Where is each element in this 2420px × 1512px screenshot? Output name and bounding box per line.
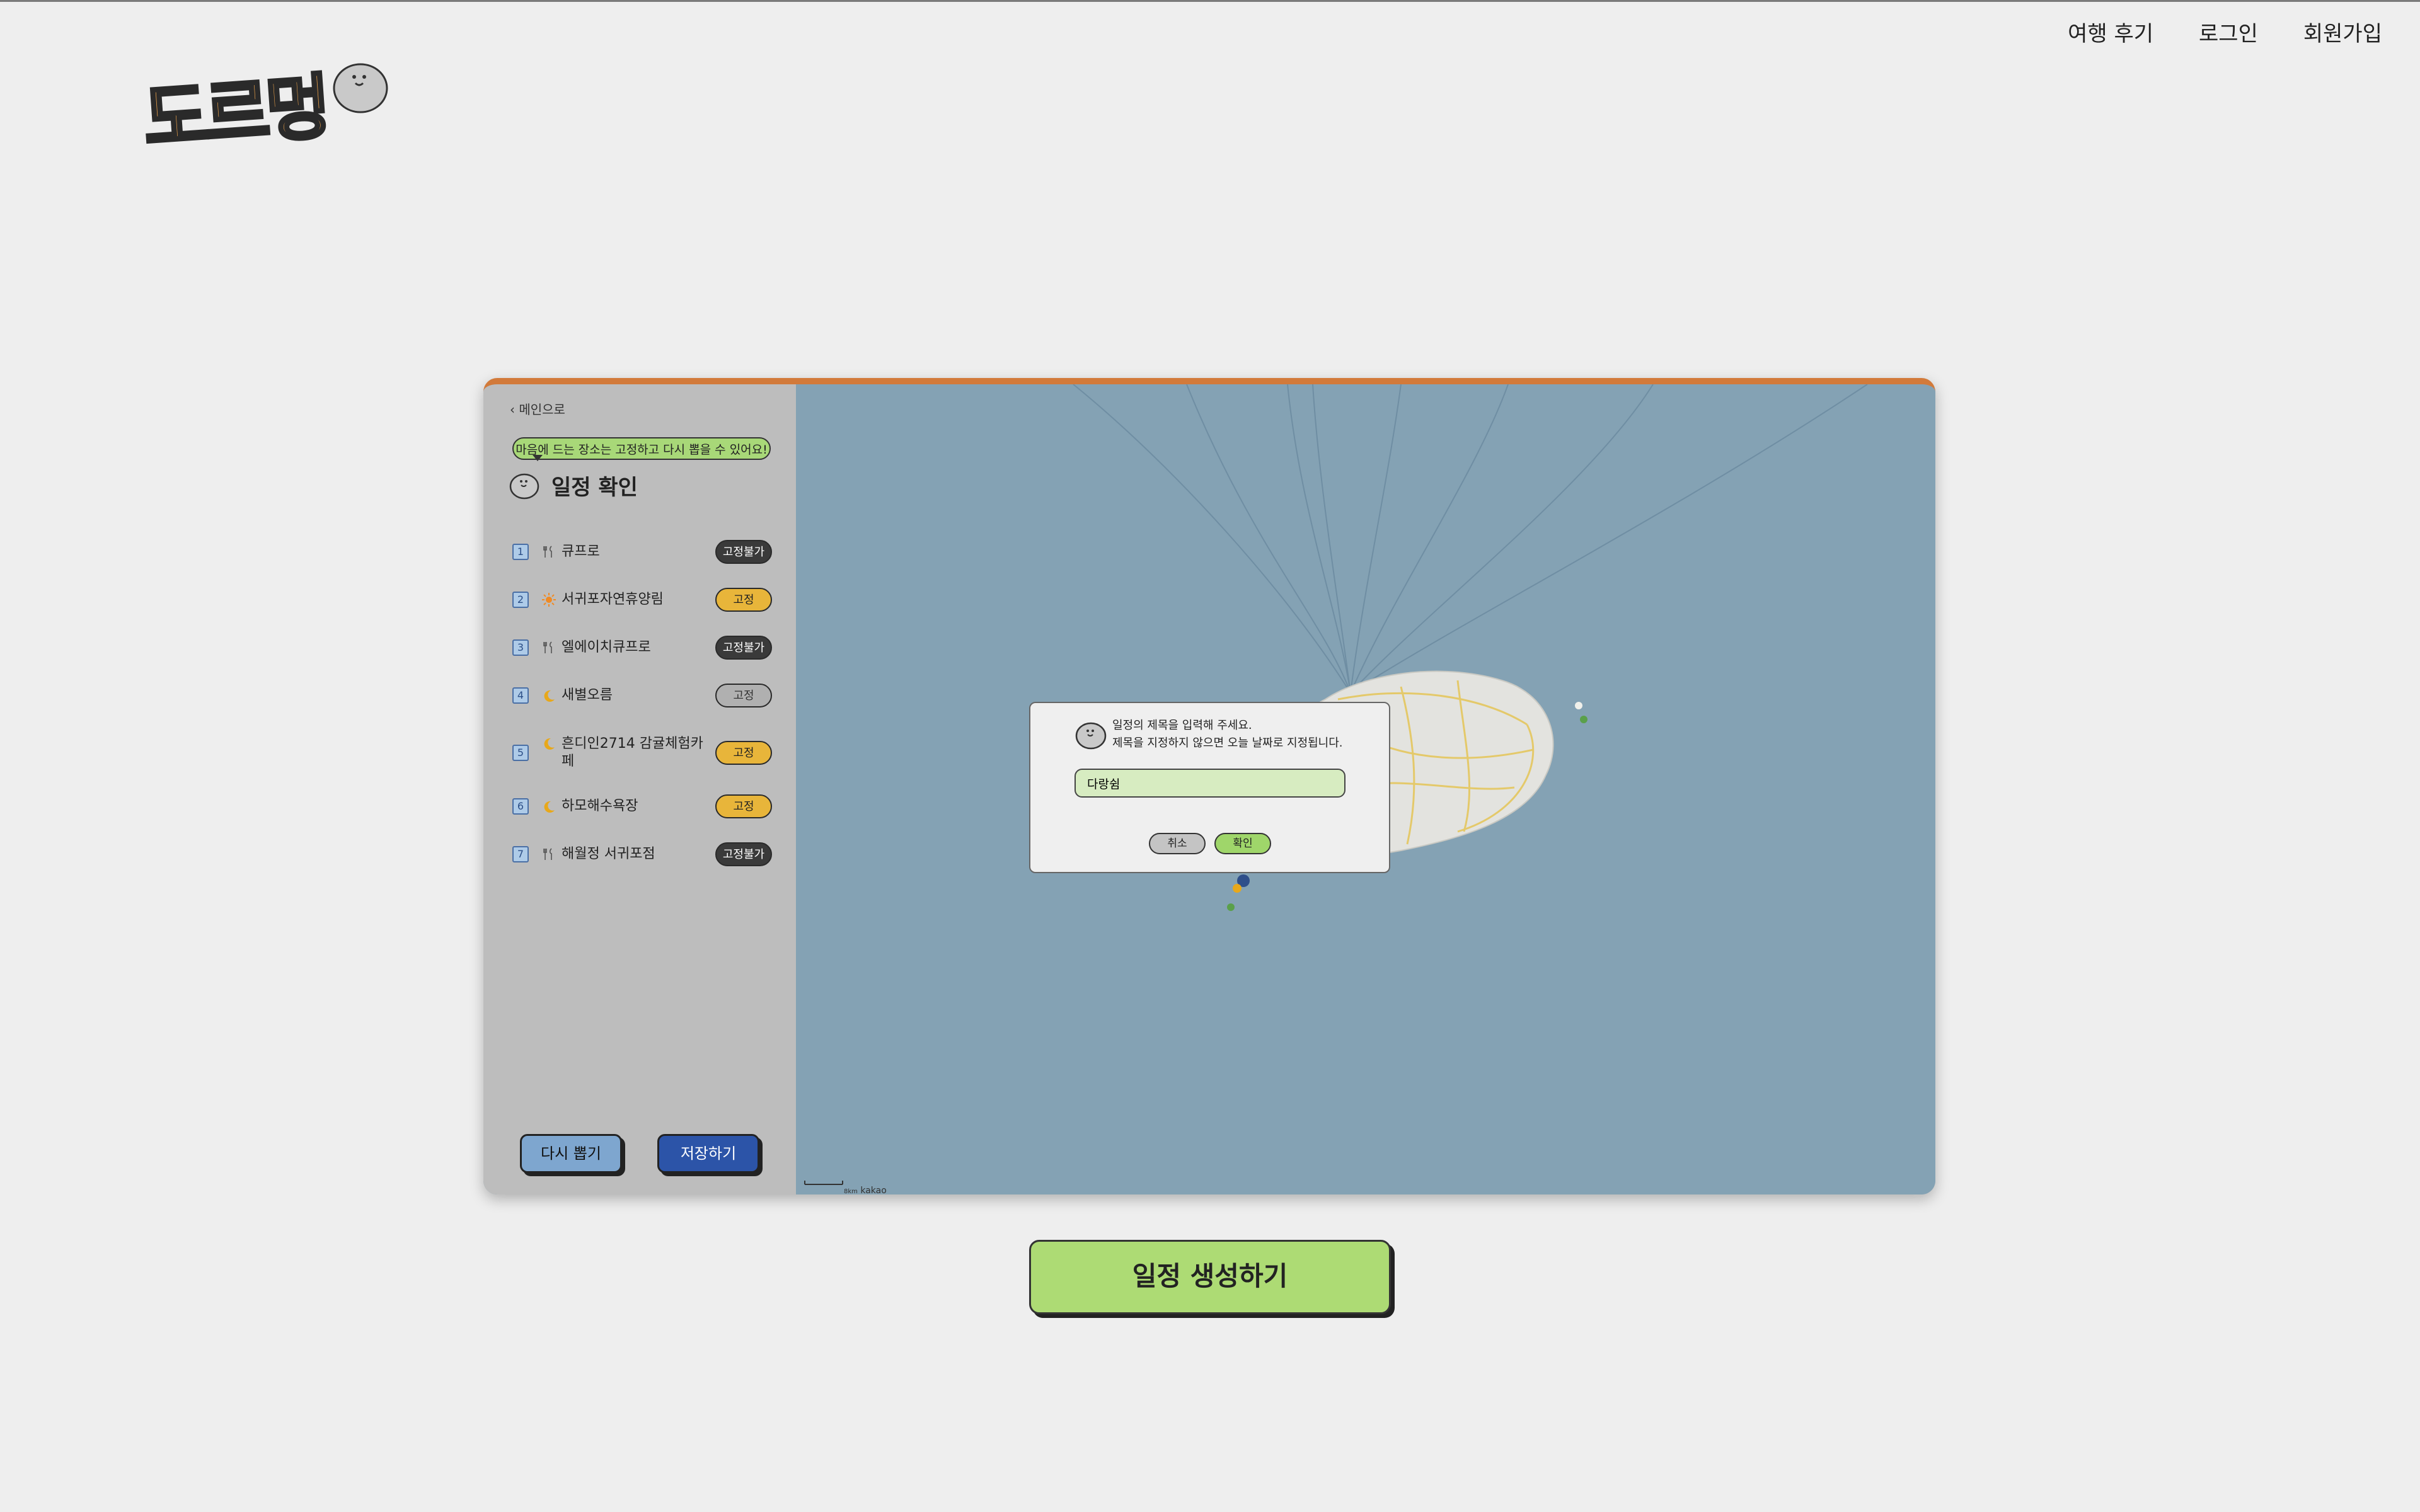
page-title: 일정 확인 <box>551 475 638 500</box>
sun-icon <box>540 591 558 609</box>
fork-knife-icon <box>540 543 558 561</box>
moon-icon <box>540 798 558 815</box>
dialog-line-1: 일정의 제목을 입력해 주세요. <box>1112 719 1252 732</box>
place-name: 하모해수욕장 <box>562 798 638 814</box>
item-number: 1 <box>512 544 529 560</box>
cancel-button[interactable]: 취소 <box>1149 833 1206 854</box>
item-number: 2 <box>512 592 529 608</box>
fix-toggle-button[interactable]: 고정 <box>715 684 772 707</box>
stone-mascot-icon <box>333 63 388 113</box>
logo-text: 도르멍 <box>139 65 331 163</box>
schedule-item: 4 새별오름 고정 <box>512 680 772 711</box>
moon-icon <box>540 735 558 752</box>
logo[interactable]: 도르멍 <box>139 60 389 168</box>
nav-reviews-link[interactable]: 여행 후기 <box>2068 16 2153 47</box>
item-number: 4 <box>512 687 529 704</box>
dialog-line-2: 제목을 지정하지 않으면 오늘 날짜로 지정됩니다. <box>1112 736 1343 750</box>
fix-toggle-button[interactable]: 고정불가 <box>715 842 772 866</box>
place-name: 서귀포자연휴양림 <box>562 592 664 607</box>
place-name: 새별오름 <box>562 687 613 703</box>
nav-login-link[interactable]: 로그인 <box>2199 16 2258 47</box>
fix-toggle-button[interactable]: 고정불가 <box>715 636 772 660</box>
top-nav: 여행 후기 로그인 회원가입 <box>2068 16 2382 47</box>
create-schedule-button[interactable]: 일정 생성하기 <box>1029 1240 1391 1314</box>
item-number: 7 <box>512 846 529 862</box>
schedule-item: 3 엘에이치큐프로 고정불가 <box>512 633 772 663</box>
fork-knife-icon <box>540 639 558 656</box>
place-name: 엘에이치큐프로 <box>562 639 651 655</box>
tip-bubble: 마음에 드는 장소는 고정하고 다시 뽑을 수 있어요! <box>512 437 771 461</box>
scale-label: 8km <box>844 1188 858 1194</box>
fork-knife-icon <box>540 845 558 863</box>
schedule-item: 7 해월정 서귀포점 고정불가 <box>512 839 772 869</box>
save-button[interactable]: 저장하기 <box>657 1134 759 1173</box>
confirm-button[interactable]: 확인 <box>1214 833 1271 854</box>
item-number: 5 <box>512 745 529 761</box>
schedule-item: 6 하모해수욕장 고정 <box>512 791 772 822</box>
kakao-label: kakao <box>860 1186 887 1194</box>
dialog-message: 일정의 제목을 입력해 주세요. 제목을 지정하지 않으면 오늘 날짜로 지정됩… <box>1112 717 1343 752</box>
fix-toggle-button[interactable]: 고정불가 <box>715 540 772 564</box>
title-row: 일정 확인 <box>509 470 638 501</box>
item-number: 6 <box>512 798 529 815</box>
fix-toggle-button[interactable]: 고정 <box>715 741 772 765</box>
item-number: 3 <box>512 639 529 656</box>
fix-toggle-button[interactable]: 고정 <box>715 588 772 612</box>
moon-icon <box>540 687 558 704</box>
schedule-item: 1 큐프로 고정불가 <box>512 537 772 567</box>
back-label: 메인으로 <box>519 402 565 417</box>
schedule-sidebar: ‹ 메인으로 마음에 드는 장소는 고정하고 다시 뽑을 수 있어요! 일정 확… <box>483 384 796 1194</box>
retry-button[interactable]: 다시 뽑기 <box>520 1134 622 1173</box>
stone-mascot-icon <box>509 473 539 499</box>
schedule-item: 2 서귀포자연휴양림 고정 <box>512 585 772 615</box>
schedule-item: 5 흔디인2714 감귤체험카페 고정 <box>512 728 772 777</box>
schedule-title-input[interactable] <box>1075 769 1345 798</box>
title-dialog: 일정의 제목을 입력해 주세요. 제목을 지정하지 않으면 오늘 날짜로 지정됩… <box>1029 702 1390 873</box>
back-to-main-link[interactable]: ‹ 메인으로 <box>510 399 565 418</box>
nav-signup-link[interactable]: 회원가입 <box>2303 16 2382 47</box>
map-attribution: 8km kakao <box>805 1186 887 1194</box>
top-border <box>0 0 2420 2</box>
place-name: 해월정 서귀포점 <box>562 846 655 862</box>
fix-toggle-button[interactable]: 고정 <box>715 794 772 818</box>
stone-mascot-icon <box>1075 722 1107 750</box>
place-name: 흔디인2714 감귤체험카페 <box>562 736 703 769</box>
place-name: 큐프로 <box>562 544 600 559</box>
